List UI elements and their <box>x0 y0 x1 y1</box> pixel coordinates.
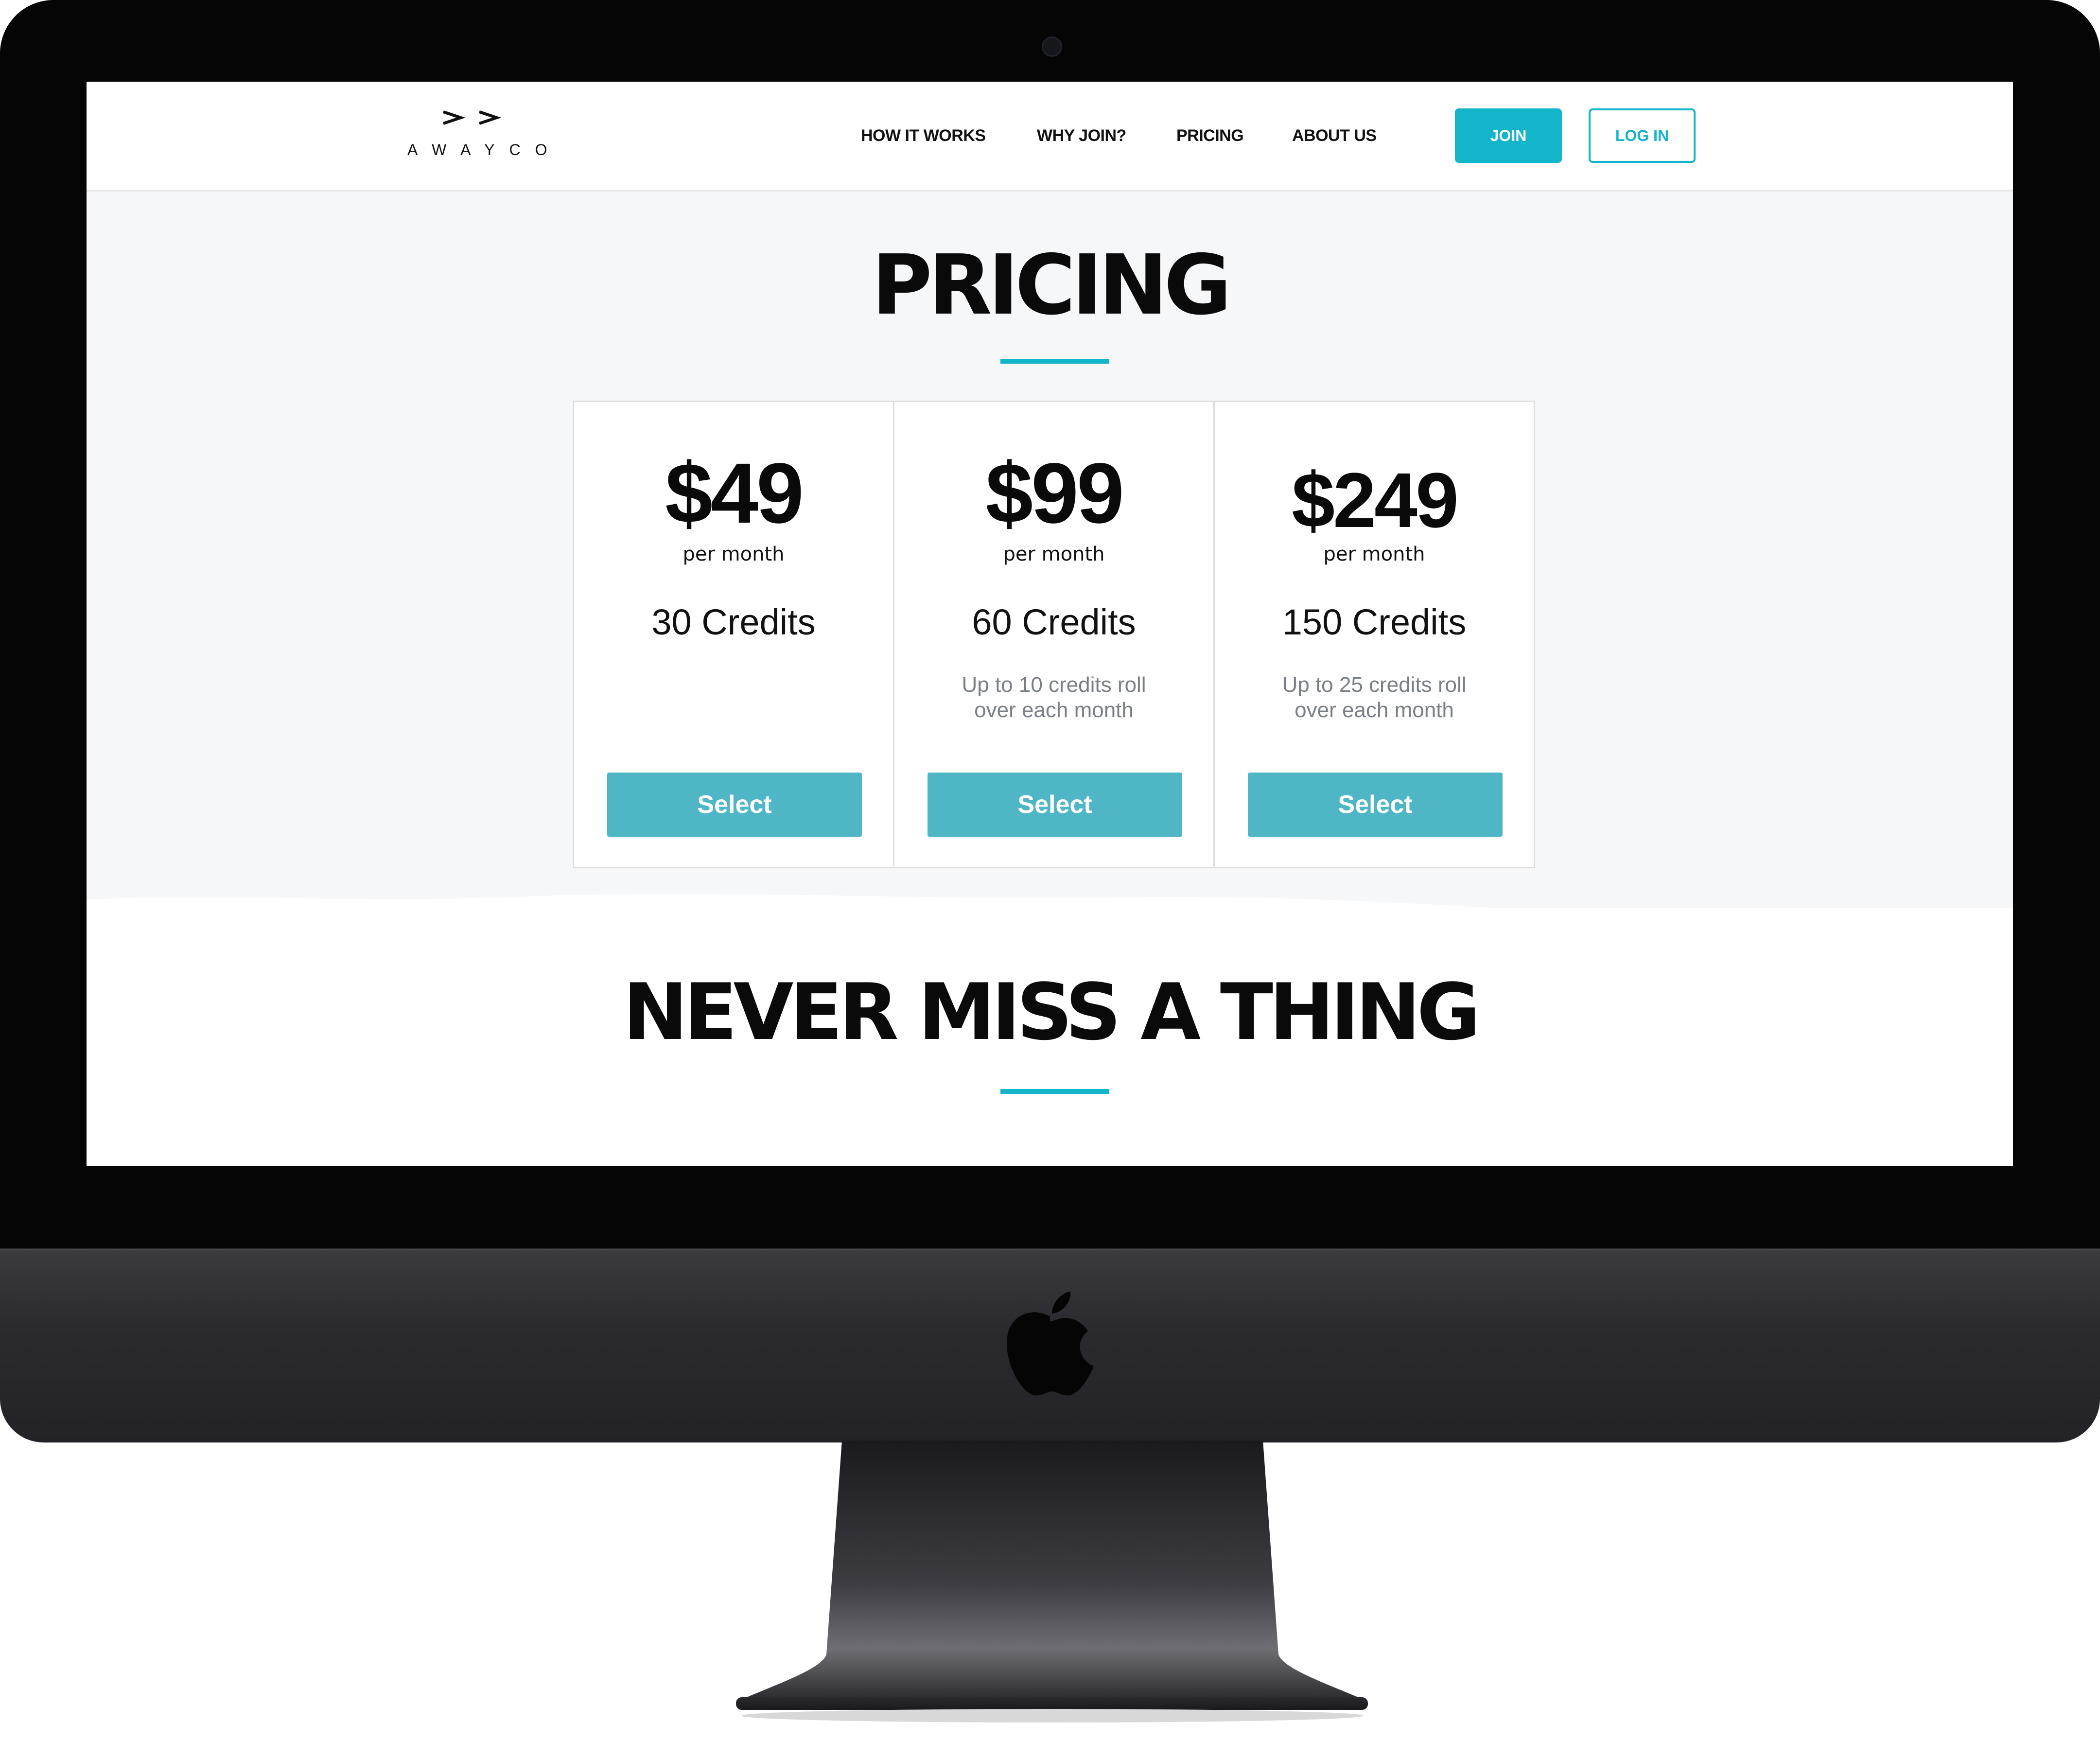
browser-viewport: AWAYCO HOW IT WORKS WHY JOIN? PRICING AB… <box>87 82 2013 1166</box>
apple-icon <box>1007 1291 1094 1396</box>
join-button[interactable]: JOIN <box>1455 108 1562 163</box>
plan-credits: 150 Credits <box>1282 602 1467 642</box>
plan-period: per month <box>1323 543 1425 565</box>
pricing-title-underline <box>1000 359 1109 364</box>
awayco-double-arrow-icon <box>443 110 502 125</box>
camera-icon <box>1042 36 1062 57</box>
awayco-logo[interactable]: AWAYCO <box>407 107 553 165</box>
plan-card: $99 per month 60 Credits Up to 10 credit… <box>894 402 1215 867</box>
pricing-title: PRICING <box>872 237 1232 334</box>
nav-how-it-works[interactable]: HOW IT WORKS <box>861 126 986 145</box>
site-header: AWAYCO HOW IT WORKS WHY JOIN? PRICING AB… <box>87 82 2013 192</box>
never-miss-underline <box>1000 1089 1109 1094</box>
plan-period: per month <box>1003 543 1105 565</box>
login-button[interactable]: LOG IN <box>1589 108 1696 163</box>
pricing-table: $49 per month 30 Credits Select $99 per … <box>573 401 1535 868</box>
nav-why-join[interactable]: WHY JOIN? <box>1037 126 1126 145</box>
nav-about-us[interactable]: ABOUT US <box>1292 126 1377 145</box>
plan-price: $49 <box>665 446 804 541</box>
plan-card: $249 per month 150 Credits Up to 25 cred… <box>1215 402 1534 867</box>
plan-rollover-note: Up to 10 credits roll over each month <box>962 673 1146 722</box>
imac-stand <box>736 1441 1368 1723</box>
plan-price: $99 <box>985 446 1124 541</box>
plan-price: $249 <box>1292 457 1459 544</box>
select-plan-button[interactable]: Select <box>1248 773 1503 837</box>
select-plan-button[interactable]: Select <box>607 773 862 837</box>
nav-pricing[interactable]: PRICING <box>1176 126 1244 145</box>
logo-wordmark: AWAYCO <box>407 141 562 158</box>
plan-period: per month <box>682 543 785 565</box>
plan-card: $49 per month 30 Credits Select <box>574 402 894 867</box>
select-plan-button[interactable]: Select <box>928 773 1182 837</box>
plan-credits: 30 Credits <box>651 602 816 642</box>
plan-rollover-note: Up to 25 credits roll over each month <box>1282 673 1467 722</box>
plan-credits: 60 Credits <box>972 602 1136 642</box>
never-miss-title: NEVER MISS A THING <box>623 967 1480 1057</box>
